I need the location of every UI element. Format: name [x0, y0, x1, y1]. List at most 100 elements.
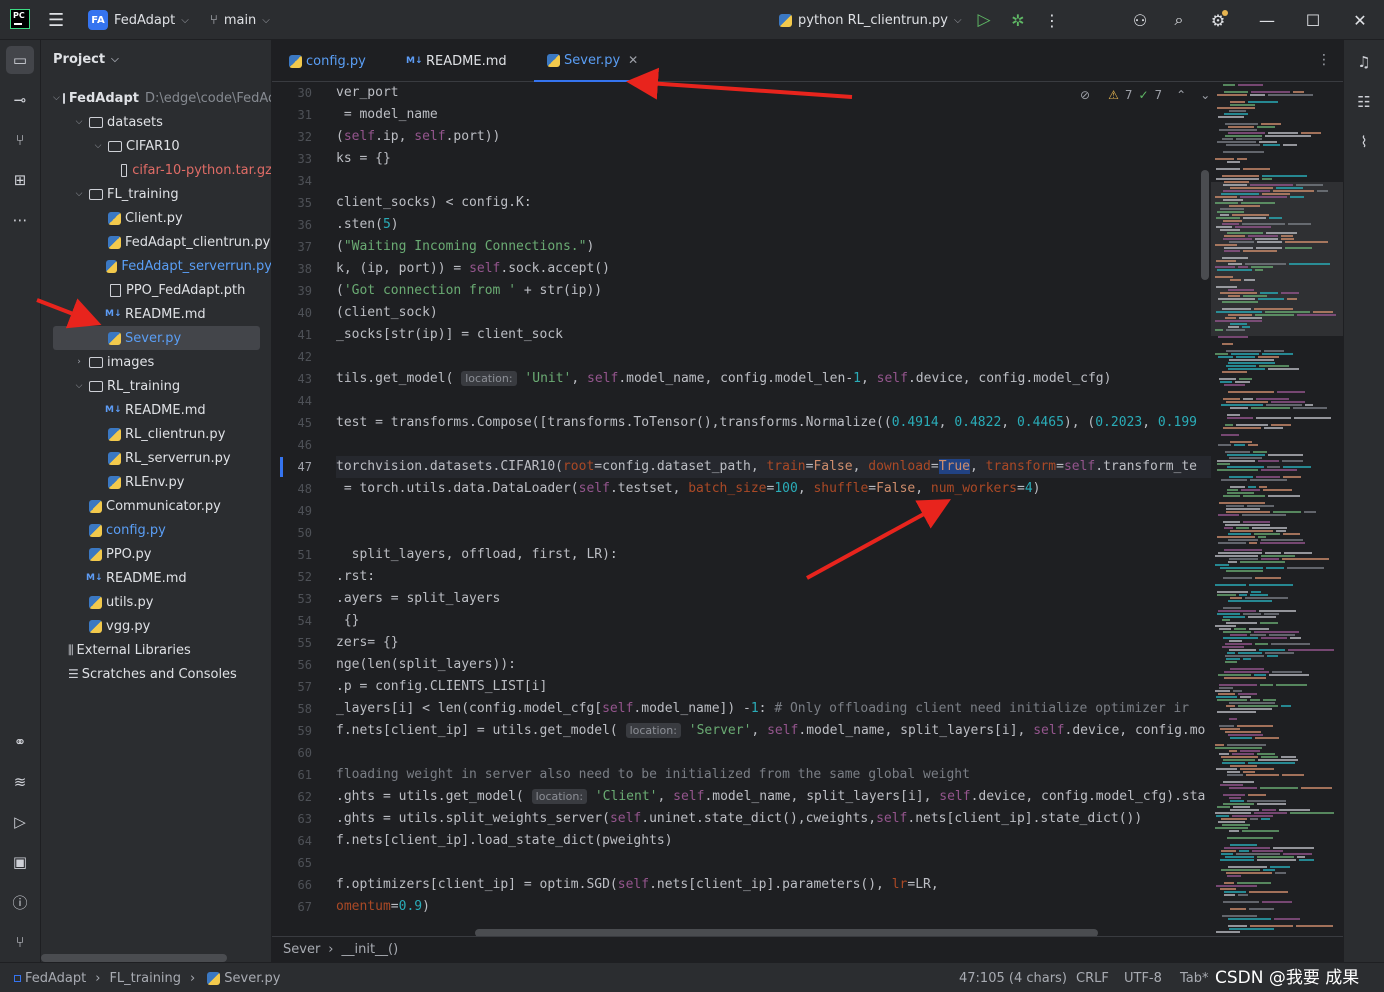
line-number[interactable]: 46: [272, 438, 312, 452]
problems-icon[interactable]: ⓘ: [6, 888, 34, 916]
changed-line-marker[interactable]: [280, 457, 283, 477]
main-menu-icon[interactable]: ☰: [48, 0, 64, 40]
settings-gear-icon[interactable]: ⚙: [1206, 8, 1230, 32]
tree-item[interactable]: ⌵ RL_training: [41, 374, 271, 398]
tree-item[interactable]: ⫼ External Libraries: [41, 638, 271, 662]
line-number[interactable]: 60: [272, 746, 312, 760]
line-number[interactable]: 62: [272, 790, 312, 804]
status-path-file[interactable]: Sever.py: [224, 971, 280, 986]
notifications-bell-icon[interactable]: ♫: [1350, 48, 1378, 76]
expand-chevron-icon[interactable]: ⌵: [72, 189, 86, 199]
line-number[interactable]: 66: [272, 878, 312, 892]
code-text-area[interactable]: ver_port = model_name (self.ip, self.por…: [336, 82, 1211, 934]
line-number[interactable]: 48: [272, 482, 312, 496]
breadcrumb-method[interactable]: __init__(): [342, 942, 399, 957]
tab-readme-md[interactable]: M↓ README.md: [406, 40, 507, 82]
code-minimap[interactable]: [1211, 82, 1343, 934]
layers-icon[interactable]: ≋: [6, 768, 34, 796]
line-number[interactable]: 36: [272, 218, 312, 232]
project-switcher[interactable]: FedAdapt ⌵: [114, 0, 189, 40]
line-number[interactable]: 67: [272, 900, 312, 914]
tree-item[interactable]: utils.py: [41, 590, 271, 614]
line-number[interactable]: 55: [272, 636, 312, 650]
line-number[interactable]: 34: [272, 174, 312, 188]
line-number[interactable]: 37: [272, 240, 312, 254]
tree-item[interactable]: FedAdapt_clientrun.py: [41, 230, 271, 254]
expand-chevron-icon[interactable]: ⌵: [72, 381, 86, 391]
line-number[interactable]: 38: [272, 262, 312, 276]
database-icon[interactable]: ☷: [1350, 88, 1378, 116]
expand-chevron-icon[interactable]: ⌵: [72, 117, 86, 127]
add-user-icon[interactable]: ⚇: [1128, 8, 1152, 32]
tree-item[interactable]: M↓ README.md: [41, 302, 271, 326]
tree-item[interactable]: ⌵ CIFAR10: [41, 134, 271, 158]
tab-options-icon[interactable]: ⋮: [1317, 52, 1331, 68]
tree-item[interactable]: RL_serverrun.py: [41, 446, 271, 470]
line-number[interactable]: 64: [272, 834, 312, 848]
line-number[interactable]: 32: [272, 130, 312, 144]
tree-item[interactable]: › images: [41, 350, 271, 374]
line-number[interactable]: 40: [272, 306, 312, 320]
expand-chevron-icon[interactable]: ⌵: [53, 93, 60, 103]
more-actions-icon[interactable]: ⋮: [1040, 8, 1064, 32]
tree-item[interactable]: vgg.py: [41, 614, 271, 638]
indent-setting[interactable]: Tab*: [1180, 963, 1209, 992]
status-path-project[interactable]: FedAdapt: [25, 971, 86, 986]
tree-item[interactable]: PPO.py: [41, 542, 271, 566]
line-number[interactable]: 41: [272, 328, 312, 342]
more-tools-icon[interactable]: ⋯: [6, 206, 34, 234]
project-tool-folder-icon[interactable]: ▭: [6, 46, 34, 74]
line-number[interactable]: 35: [272, 196, 312, 210]
line-number[interactable]: 42: [272, 350, 312, 364]
line-number[interactable]: 52: [272, 570, 312, 584]
tab-config-py[interactable]: config.py: [286, 40, 366, 82]
structure-icon[interactable]: ⊞: [6, 166, 34, 194]
collapsed-chevron-icon[interactable]: ›: [72, 357, 86, 367]
tree-root[interactable]: ⌵ FedAdapt D:\edge\code\FedAdapt: [41, 86, 271, 110]
line-separator[interactable]: CRLF: [1076, 963, 1109, 992]
line-number[interactable]: 65: [272, 856, 312, 870]
tree-item[interactable]: cifar-10-python.tar.gz: [41, 158, 271, 182]
tree-item[interactable]: ☰ Scratches and Consoles: [41, 662, 271, 686]
tree-item[interactable]: Sever.py: [53, 326, 260, 350]
line-number[interactable]: 51: [272, 548, 312, 562]
tree-item[interactable]: ⌵ datasets: [41, 110, 271, 134]
commit-icon[interactable]: ⊸: [6, 86, 34, 114]
line-number[interactable]: 31: [272, 108, 312, 122]
line-number[interactable]: 63: [272, 812, 312, 826]
pull-requests-icon[interactable]: ⑂: [6, 126, 34, 154]
services-icon[interactable]: ▷: [6, 808, 34, 836]
line-number[interactable]: 47: [272, 460, 312, 474]
search-icon[interactable]: ⌕: [1167, 8, 1191, 32]
line-number[interactable]: 44: [272, 394, 312, 408]
tree-item[interactable]: M↓ README.md: [41, 566, 271, 590]
vcs-branch-switcher[interactable]: ⑂ main ⌵: [210, 0, 270, 40]
pycharm-logo-icon[interactable]: PC: [10, 9, 30, 29]
line-number[interactable]: 30: [272, 86, 312, 100]
expand-chevron-icon[interactable]: ⌵: [91, 141, 105, 151]
close-icon[interactable]: ✕: [1348, 8, 1372, 32]
line-number[interactable]: 57: [272, 680, 312, 694]
editor-vertical-scrollbar[interactable]: [1201, 170, 1209, 280]
run-icon[interactable]: ▷: [972, 8, 996, 32]
tree-item[interactable]: Communicator.py: [41, 494, 271, 518]
line-number[interactable]: 45: [272, 416, 312, 430]
tree-item[interactable]: RLEnv.py: [41, 470, 271, 494]
tree-item[interactable]: ⌵ FL_training: [41, 182, 271, 206]
tree-item[interactable]: FedAdapt_serverrun.py: [41, 254, 271, 278]
line-number[interactable]: 54: [272, 614, 312, 628]
run-configuration-selector[interactable]: python RL_clientrun.py ⌵: [776, 0, 962, 40]
tab-sever-py[interactable]: Sever.py ✕: [534, 40, 651, 82]
line-number[interactable]: 59: [272, 724, 312, 738]
terminal-icon[interactable]: ▣: [6, 848, 34, 876]
sciview-chart-icon[interactable]: ⌇: [1350, 128, 1378, 156]
tree-item[interactable]: config.py: [41, 518, 271, 542]
tree-item[interactable]: Client.py: [41, 206, 271, 230]
line-number[interactable]: 50: [272, 526, 312, 540]
line-number[interactable]: 43: [272, 372, 312, 386]
breadcrumb-class[interactable]: Sever: [283, 942, 320, 957]
status-path-folder[interactable]: FL_training: [109, 971, 181, 986]
tree-item[interactable]: RL_clientrun.py: [41, 422, 271, 446]
minimize-icon[interactable]: —: [1255, 8, 1279, 32]
python-packages-icon[interactable]: ⚭: [6, 728, 34, 756]
